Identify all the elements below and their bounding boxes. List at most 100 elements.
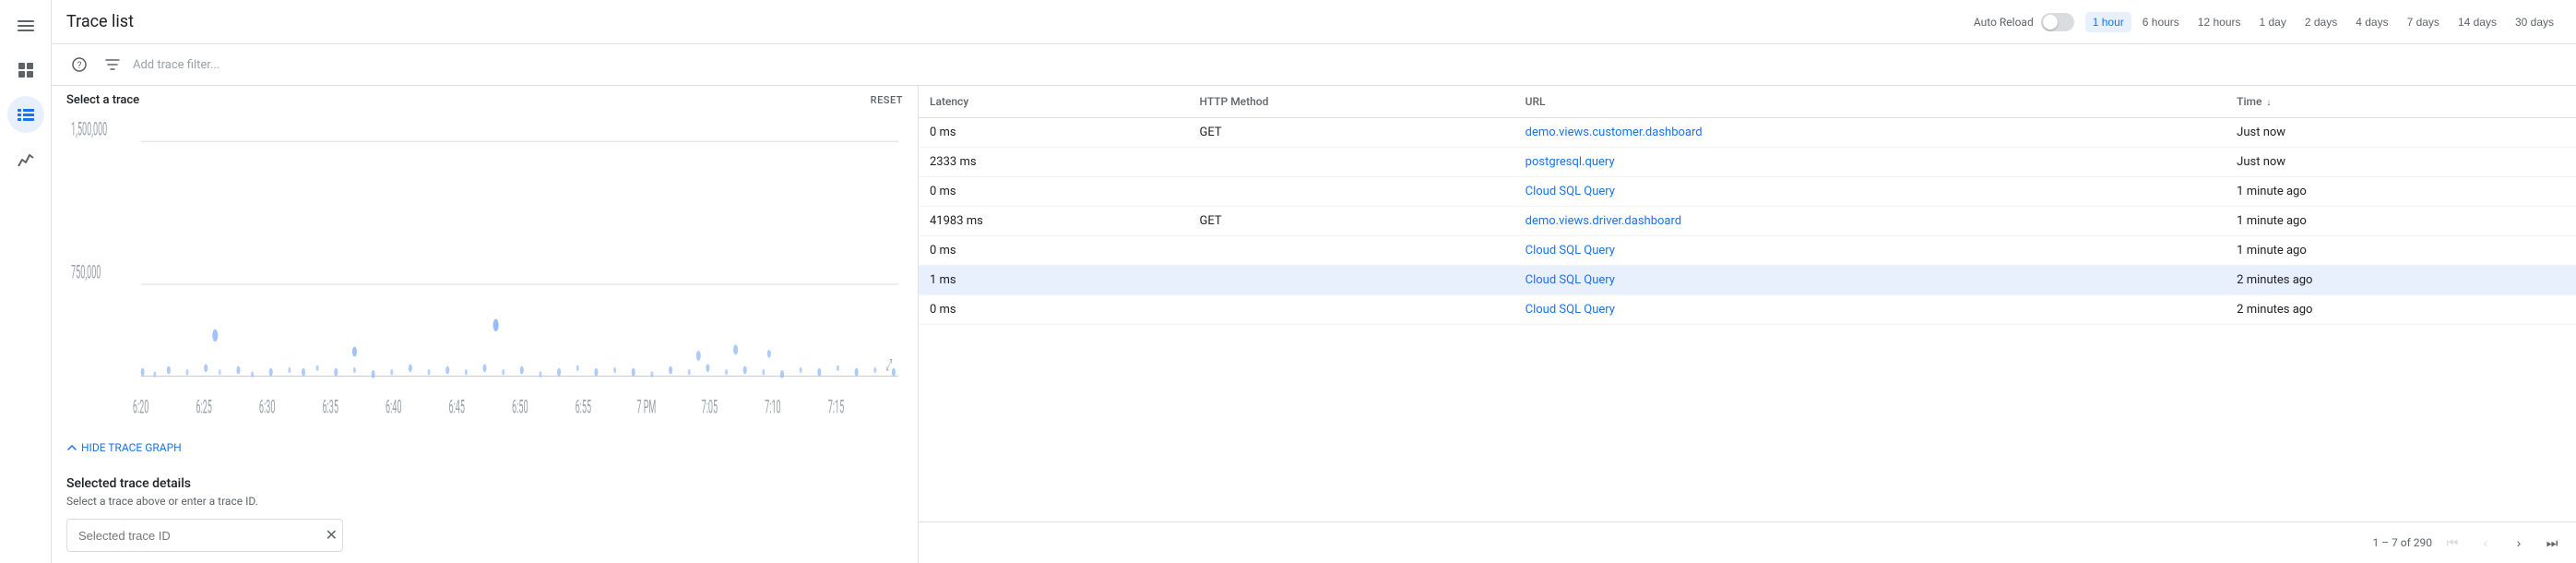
cell-method	[1188, 177, 1514, 207]
svg-text:6:45: 6:45	[449, 396, 466, 417]
cell-time: 1 minute ago	[2226, 177, 2576, 207]
chart-container: 1,500,000 750,000	[66, 111, 903, 437]
time-btn-2days[interactable]: 2 days	[2297, 12, 2345, 32]
auto-reload-label: Auto Reload	[1974, 16, 2034, 29]
time-btn-1day[interactable]: 1 day	[2252, 12, 2294, 32]
topbar: Trace list Auto Reload 1 hour 6 hours 12…	[52, 0, 2576, 44]
time-btn-1hour[interactable]: 1 hour	[2085, 12, 2131, 32]
cell-time: Just now	[2226, 148, 2576, 177]
svg-text:7:15: 7:15	[828, 396, 845, 417]
cell-url[interactable]: demo.views.customer.dashboard	[1514, 118, 2226, 148]
cell-method: GET	[1188, 118, 1514, 148]
chart-icon[interactable]	[7, 140, 44, 177]
cell-url[interactable]: Cloud SQL Query	[1514, 266, 2226, 295]
svg-text:?: ?	[77, 61, 82, 71]
trace-details-subtitle: Select a trace above or enter a trace ID…	[66, 495, 903, 508]
filter-icon-btn[interactable]	[100, 52, 125, 78]
auto-reload-toggle[interactable]	[2041, 13, 2074, 31]
hide-graph-label: HIDE TRACE GRAPH	[81, 441, 182, 454]
left-panel: Select a trace RESET 1,500,000 750,000	[52, 86, 919, 563]
graph-section: Select a trace RESET 1,500,000 750,000	[52, 86, 918, 465]
cell-url[interactable]: demo.views.driver.dashboard	[1514, 207, 2226, 236]
cell-url[interactable]: postgresql.query	[1514, 148, 2226, 177]
menu-icon[interactable]	[7, 7, 44, 44]
table-row[interactable]: 0 msGETdemo.views.customer.dashboardJust…	[919, 118, 2576, 148]
time-btn-6hours[interactable]: 6 hours	[2135, 12, 2187, 32]
cell-time: 2 minutes ago	[2226, 266, 2576, 295]
table-row[interactable]: 0 ms Cloud SQL Query1 minute ago	[919, 177, 2576, 207]
trace-details: Selected trace details Select a trace ab…	[52, 465, 918, 563]
time-btn-30days[interactable]: 30 days	[2508, 12, 2561, 32]
cell-method	[1188, 236, 1514, 266]
col-header-latency: Latency	[919, 86, 1188, 118]
sidebar	[0, 0, 52, 563]
filter-input[interactable]: Add trace filter...	[133, 58, 2561, 72]
cell-time: 2 minutes ago	[2226, 295, 2576, 325]
cell-latency: 0 ms	[919, 295, 1188, 325]
svg-text:7:05: 7:05	[702, 396, 718, 417]
pagination-first-btn[interactable]: ⏮	[2439, 530, 2465, 556]
clear-input-button[interactable]: ✕	[326, 528, 338, 543]
col-header-time[interactable]: Time ↓	[2226, 86, 2576, 118]
table-container: Latency HTTP Method URL Time ↓ 0 msGETde…	[919, 86, 2576, 521]
col-header-url: URL	[1514, 86, 2226, 118]
time-btn-14days[interactable]: 14 days	[2451, 12, 2504, 32]
sort-icon-time: ↓	[2266, 98, 2271, 108]
svg-text:1,500,000: 1,500,000	[71, 119, 107, 140]
time-btn-7days[interactable]: 7 days	[2400, 12, 2447, 32]
svg-text:6:35: 6:35	[322, 396, 338, 417]
right-panel: Latency HTTP Method URL Time ↓ 0 msGETde…	[919, 86, 2576, 563]
page-title: Trace list	[66, 12, 1974, 31]
table-row[interactable]: 41983 msGETdemo.views.driver.dashboard1 …	[919, 207, 2576, 236]
svg-text:7 PM: 7 PM	[636, 396, 656, 417]
svg-text:6:40: 6:40	[386, 396, 401, 417]
time-btn-12hours[interactable]: 12 hours	[2190, 12, 2249, 32]
graph-title: Select a trace	[66, 93, 139, 107]
dashboard-icon[interactable]	[7, 52, 44, 89]
cell-time: 1 minute ago	[2226, 236, 2576, 266]
table-header-row: Latency HTTP Method URL Time ↓	[919, 86, 2576, 118]
svg-text:6:55: 6:55	[576, 396, 592, 417]
list-icon[interactable]	[7, 96, 44, 133]
cell-url[interactable]: Cloud SQL Query	[1514, 295, 2226, 325]
svg-text:6:30: 6:30	[259, 396, 275, 417]
col-header-method: HTTP Method	[1188, 86, 1514, 118]
main-area: Trace list Auto Reload 1 hour 6 hours 12…	[52, 0, 2576, 563]
graph-header: Select a trace RESET	[66, 93, 903, 107]
trace-id-input-wrapper: ✕	[66, 519, 343, 552]
table-row[interactable]: 0 ms Cloud SQL Query2 minutes ago	[919, 295, 2576, 325]
cell-method	[1188, 266, 1514, 295]
cell-url[interactable]: Cloud SQL Query	[1514, 236, 2226, 266]
content-area: Select a trace RESET 1,500,000 750,000	[52, 86, 2576, 563]
cell-time: Just now	[2226, 118, 2576, 148]
cell-method: GET	[1188, 207, 1514, 236]
cell-latency: 0 ms	[919, 177, 1188, 207]
cell-url[interactable]: Cloud SQL Query	[1514, 177, 2226, 207]
reset-button[interactable]: RESET	[871, 94, 903, 106]
table-row[interactable]: 1 msCloud SQL Query2 minutes ago	[919, 266, 2576, 295]
table-row[interactable]: 2333 ms postgresql.queryJust now	[919, 148, 2576, 177]
cell-method	[1188, 148, 1514, 177]
pagination-prev-btn[interactable]: ‹	[2473, 530, 2499, 556]
pagination-text: 1 – 7 of 290	[2372, 536, 2432, 549]
pagination: 1 – 7 of 290 ⏮ ‹ › ⏭	[919, 521, 2576, 563]
time-controls: Auto Reload 1 hour 6 hours 12 hours 1 da…	[1974, 12, 2561, 32]
pagination-next-btn[interactable]: ›	[2506, 530, 2532, 556]
svg-text:6:50: 6:50	[512, 396, 528, 417]
svg-text:⤢: ⤢	[886, 356, 892, 376]
cell-latency: 2333 ms	[919, 148, 1188, 177]
trace-details-title: Selected trace details	[66, 476, 903, 491]
svg-text:6:25: 6:25	[196, 396, 212, 417]
pagination-last-btn[interactable]: ⏭	[2539, 530, 2565, 556]
trace-id-input[interactable]	[66, 519, 343, 552]
svg-text:7:10: 7:10	[765, 396, 780, 417]
hide-graph-toggle[interactable]: HIDE TRACE GRAPH	[66, 437, 903, 458]
cell-latency: 0 ms	[919, 236, 1188, 266]
svg-text:6:20: 6:20	[133, 396, 148, 417]
table-row[interactable]: 0 ms Cloud SQL Query1 minute ago	[919, 236, 2576, 266]
cell-latency: 41983 ms	[919, 207, 1188, 236]
help-icon-btn[interactable]: ?	[66, 52, 92, 78]
filter-bar: ? Add trace filter...	[52, 44, 2576, 86]
time-btn-4days[interactable]: 4 days	[2348, 12, 2395, 32]
trace-chart: 1,500,000 750,000	[66, 111, 903, 437]
